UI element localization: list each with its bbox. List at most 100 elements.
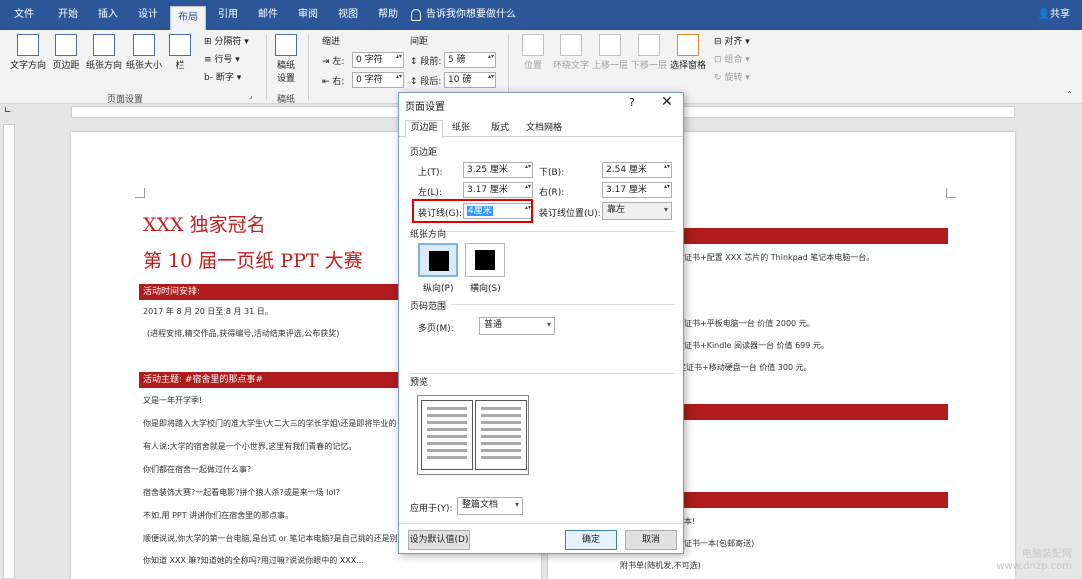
- bottom-margin-input[interactable]: 2.54 厘米: [602, 162, 672, 178]
- tab-doc-grid[interactable]: 文档网格: [523, 121, 565, 137]
- bring-forward-icon: [599, 34, 621, 56]
- tab-paper[interactable]: 纸张: [447, 121, 475, 137]
- share-button[interactable]: 👤共享: [1038, 0, 1070, 30]
- doc-date: 2017 年 8 月 20 日至 8 月 31 日。: [143, 307, 273, 316]
- doc-line: 宿舍装饰大赛?一起看电影?拼个狼人杀?或是来一场 lol?: [143, 488, 340, 497]
- top-margin-input[interactable]: 3.25 厘米: [463, 162, 533, 178]
- breaks-button[interactable]: ⊞ 分隔符 ▾: [204, 34, 249, 47]
- selection-pane-button[interactable]: 选择窗格: [669, 34, 707, 71]
- tab-selector-icon[interactable]: ∟: [4, 106, 12, 116]
- doc-title-2: 第 10 届一页纸 PPT 大赛: [143, 250, 363, 272]
- doc-line: 你是即将踏入大学校门的准大学生\大二大三的学长学姐\还是即将毕业的: [143, 419, 397, 428]
- tab-margins[interactable]: 页边距: [405, 120, 443, 138]
- margins-section-title: 页边距: [410, 148, 438, 158]
- hyphenation-label: 断字: [215, 73, 234, 83]
- breaks-icon: ⊞: [204, 37, 215, 47]
- prize-line: 证书+配置 XXX 芯片的 Thinkpad 笔记本电脑一台。: [684, 253, 875, 262]
- preview-line: [427, 456, 467, 459]
- apply-to-label: 应用于(Y):: [410, 504, 453, 514]
- size-button[interactable]: 纸张大小: [124, 34, 164, 71]
- hyphenation-icon: b‐: [204, 73, 216, 83]
- person-icon: 👤: [1037, 9, 1050, 20]
- rotate-button[interactable]: ↻ 旋转 ▾: [714, 70, 750, 83]
- tab-layout[interactable]: 布局: [170, 6, 206, 30]
- portrait-icon: [429, 251, 449, 271]
- columns-button[interactable]: 栏: [168, 34, 192, 71]
- dialog-tabs: 页边距 纸张 版式 文档网格: [399, 117, 683, 138]
- spacing-after-input[interactable]: 10 磅: [444, 72, 496, 88]
- preview-page-left: [421, 400, 473, 470]
- multiple-pages-select[interactable]: 普通: [479, 317, 555, 335]
- indent-right-label: ⇤ 右:: [322, 77, 345, 87]
- preview-line: [481, 407, 521, 410]
- watermark: 电脑装配网 www.dnzp.com: [996, 549, 1072, 573]
- tab-layout[interactable]: 版式: [485, 121, 515, 137]
- share-label: 共享: [1050, 9, 1070, 20]
- gutter-position-select[interactable]: 靠左: [602, 202, 672, 220]
- tab-file[interactable]: 文件: [6, 0, 42, 30]
- prize-line: 附书单(随机发,不可选): [620, 561, 701, 570]
- preview-line: [427, 421, 467, 424]
- selection-pane-icon: [677, 34, 699, 56]
- vertical-ruler[interactable]: [3, 124, 15, 579]
- spacing-before-icon: ↕: [410, 57, 421, 67]
- rotate-icon: ↻: [714, 73, 725, 83]
- draft-paper-label-2: 设置: [276, 74, 295, 84]
- left-margin-input[interactable]: 3.17 厘米: [463, 182, 533, 198]
- send-backward-icon: [638, 34, 660, 56]
- send-backward-button[interactable]: 下移一层: [630, 34, 668, 71]
- dialog-title: 页面设置: [405, 102, 445, 113]
- bring-forward-button[interactable]: 上移一层: [591, 34, 629, 71]
- position-button[interactable]: 位置: [516, 34, 550, 71]
- group-button[interactable]: ⊡ 组合 ▾: [714, 52, 750, 65]
- text-direction-button[interactable]: 文字方向: [8, 34, 48, 71]
- orientation-button[interactable]: 纸张方向: [84, 34, 124, 71]
- prize-line: 证书一本(包邮寄送): [684, 539, 755, 548]
- landscape-option[interactable]: [465, 243, 505, 277]
- tab-home[interactable]: 开始: [50, 0, 86, 30]
- position-icon: [522, 34, 544, 56]
- align-button[interactable]: ⊟ 对齐 ▾: [714, 34, 750, 47]
- tab-insert[interactable]: 插入: [90, 0, 126, 30]
- doc-line: 你们都在宿舍一起做过什么事?: [143, 465, 252, 474]
- prize-line: 奖证书+移动硬盘一台 价值 300 元。: [678, 363, 812, 372]
- apply-to-select[interactable]: 整篇文档: [457, 497, 523, 515]
- tab-mailings[interactable]: 邮件: [250, 0, 286, 30]
- section-bar: [682, 404, 948, 420]
- pages-section-title: 页码范围: [410, 302, 447, 312]
- align-icon: ⊟: [714, 37, 725, 47]
- tab-references[interactable]: 引用: [210, 0, 246, 30]
- ok-button[interactable]: 确定: [565, 530, 617, 550]
- indent-right-input[interactable]: 0 字符: [352, 72, 404, 88]
- collapse-ribbon-icon[interactable]: ⌃: [1066, 90, 1073, 99]
- watermark-line-1: 电脑装配网: [1022, 549, 1072, 560]
- dialog-launcher-icon[interactable]: ⌟: [249, 92, 252, 100]
- spacing-before-label: ↕ 段前:: [410, 57, 442, 67]
- line-numbers-icon: ≡: [204, 55, 215, 65]
- tab-design[interactable]: 设计: [130, 0, 166, 30]
- line-numbers-button[interactable]: ≡ 行号 ▾: [204, 52, 240, 65]
- wrap-text-button[interactable]: 环绕文字: [551, 34, 591, 71]
- tell-me-search[interactable]: 告诉我你想要做什么: [426, 0, 536, 30]
- close-button[interactable]: ✕: [661, 94, 673, 110]
- indent-left-input[interactable]: 0 字符: [352, 52, 404, 68]
- indent-right-icon: ⇤: [322, 77, 333, 87]
- tab-help[interactable]: 帮助: [370, 0, 406, 30]
- tab-view[interactable]: 视图: [330, 0, 366, 30]
- help-button[interactable]: ?: [629, 96, 635, 109]
- portrait-option[interactable]: [418, 243, 458, 277]
- draft-paper-button[interactable]: 稿纸 设置: [272, 34, 300, 84]
- divider: [439, 231, 675, 232]
- hyphenation-button[interactable]: b‐ 断字 ▾: [204, 70, 241, 83]
- tab-review[interactable]: 审阅: [290, 0, 326, 30]
- right-margin-input[interactable]: 3.17 厘米: [602, 182, 672, 198]
- cancel-button[interactable]: 取消: [625, 530, 677, 550]
- spacing-after-icon: ↕: [410, 77, 421, 87]
- set-default-button[interactable]: 设为默认值(D): [408, 530, 470, 550]
- spacing-before-input[interactable]: 5 磅: [444, 52, 496, 68]
- divider: [451, 304, 675, 305]
- preview-line: [427, 449, 467, 452]
- preview-section-title: 预览: [410, 378, 429, 388]
- margins-button[interactable]: 页边距: [50, 34, 82, 71]
- wrap-text-icon: [560, 34, 582, 56]
